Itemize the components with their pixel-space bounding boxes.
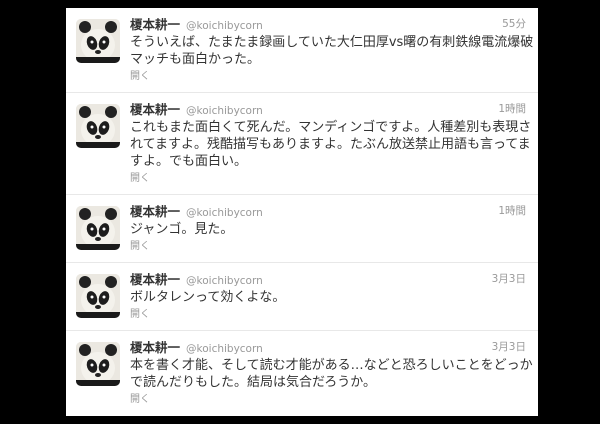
tweet-text: そういえば、たまたま録画していた大仁田厚vs曙の有刺鉄線電流爆破 マッチも面白か…: [130, 34, 534, 68]
tweet-header: 榎本耕一 @koichibycorn 55分: [130, 16, 526, 32]
panda-avatar-icon: [76, 104, 120, 148]
avatar[interactable]: [76, 342, 120, 386]
user-handle[interactable]: @koichibycorn: [186, 275, 263, 287]
tweet-header: 榎本耕一 @koichibycorn 1時間: [130, 101, 526, 117]
open-tweet-link[interactable]: 開く: [130, 70, 526, 83]
tweet-time[interactable]: 1時間: [498, 101, 526, 117]
panda-avatar-icon: [76, 274, 120, 318]
tweet-text: 本を書く才能、そして読む才能がある…などと恐ろしいことをどっか で読んだりもした…: [130, 357, 533, 391]
tweet-text-line: で読んだりもした。結局は気合だろうか。: [130, 375, 376, 390]
avatar[interactable]: [76, 19, 120, 63]
open-tweet-link[interactable]: 開く: [130, 240, 526, 253]
user-name[interactable]: 榎本耕一: [130, 17, 180, 32]
user-handle[interactable]: @koichibycorn: [186, 207, 263, 219]
avatar[interactable]: [76, 104, 120, 148]
user-name[interactable]: 榎本耕一: [130, 340, 180, 355]
tweet-text-line: マッチも面白かった。: [130, 52, 261, 67]
tweet-time[interactable]: 55分: [502, 16, 526, 32]
tweet-timeline: 榎本耕一 @koichibycorn 55分 そういえば、たまたま録画していた大仁…: [66, 8, 538, 416]
user-handle[interactable]: @koichibycorn: [186, 105, 263, 117]
panda-avatar-icon: [76, 206, 120, 250]
tweet-text-line: ボルタレンって効くよな。: [130, 290, 286, 305]
avatar[interactable]: [76, 274, 120, 318]
tweet-time[interactable]: 3月3日: [492, 339, 526, 355]
tweet-header: 榎本耕一 @koichibycorn 3月3日: [130, 271, 526, 287]
tweet-text: ボルタレンって効くよな。: [130, 289, 526, 306]
tweet[interactable]: 榎本耕一 @koichibycorn 1時間 これもまた面白くて死んだ。マンディン…: [66, 93, 538, 195]
tweet-header: 榎本耕一 @koichibycorn 3月3日: [130, 339, 526, 355]
tweet-text: これもまた面白くて死んだ。マンディンゴですよ。人種差別も表現さ れてますよ。残酷…: [130, 119, 532, 170]
open-tweet-link[interactable]: 開く: [130, 393, 526, 406]
tweet-time[interactable]: 1時間: [498, 203, 526, 219]
tweet[interactable]: 榎本耕一 @koichibycorn 1時間 ジャンゴ。見た。 開く: [66, 195, 538, 263]
user-handle[interactable]: @koichibycorn: [186, 20, 263, 32]
panda-avatar-icon: [76, 342, 120, 386]
user-name[interactable]: 榎本耕一: [130, 204, 180, 219]
tweet-text-line: これもまた面白くて死んだ。マンディンゴですよ。人種差別も表現さ: [130, 120, 532, 135]
tweet[interactable]: 榎本耕一 @koichibycorn 55分 そういえば、たまたま録画していた大仁…: [66, 8, 538, 93]
tweet-text-line: れてますよ。残酷描写もありますよ。たぶん放送禁止用語も言ってま: [130, 137, 531, 152]
tweet-text-line: 本を書く才能、そして読む才能がある…などと恐ろしいことをどっか: [130, 358, 533, 373]
tweet-header: 榎本耕一 @koichibycorn 1時間: [130, 203, 526, 219]
user-handle[interactable]: @koichibycorn: [186, 343, 263, 355]
avatar[interactable]: [76, 206, 120, 250]
open-tweet-link[interactable]: 開く: [130, 172, 526, 185]
tweet[interactable]: 榎本耕一 @koichibycorn 3月3日 ボルタレンって効くよな。 開く: [66, 263, 538, 331]
user-name[interactable]: 榎本耕一: [130, 102, 180, 117]
user-name[interactable]: 榎本耕一: [130, 272, 180, 287]
tweet-text-line: そういえば、たまたま録画していた大仁田厚vs曙の有刺鉄線電流爆破: [130, 35, 534, 50]
tweet-time[interactable]: 3月3日: [492, 271, 526, 287]
panda-avatar-icon: [76, 19, 120, 63]
tweet-text-line: ジャンゴ。見た。: [130, 222, 234, 237]
tweet[interactable]: 榎本耕一 @koichibycorn 3月3日 本を書く才能、そして読む才能がある…: [66, 331, 538, 416]
tweet-text-line: すよ。でも面白い。: [130, 154, 248, 169]
tweet-text: ジャンゴ。見た。: [130, 221, 526, 238]
open-tweet-link[interactable]: 開く: [130, 308, 526, 321]
